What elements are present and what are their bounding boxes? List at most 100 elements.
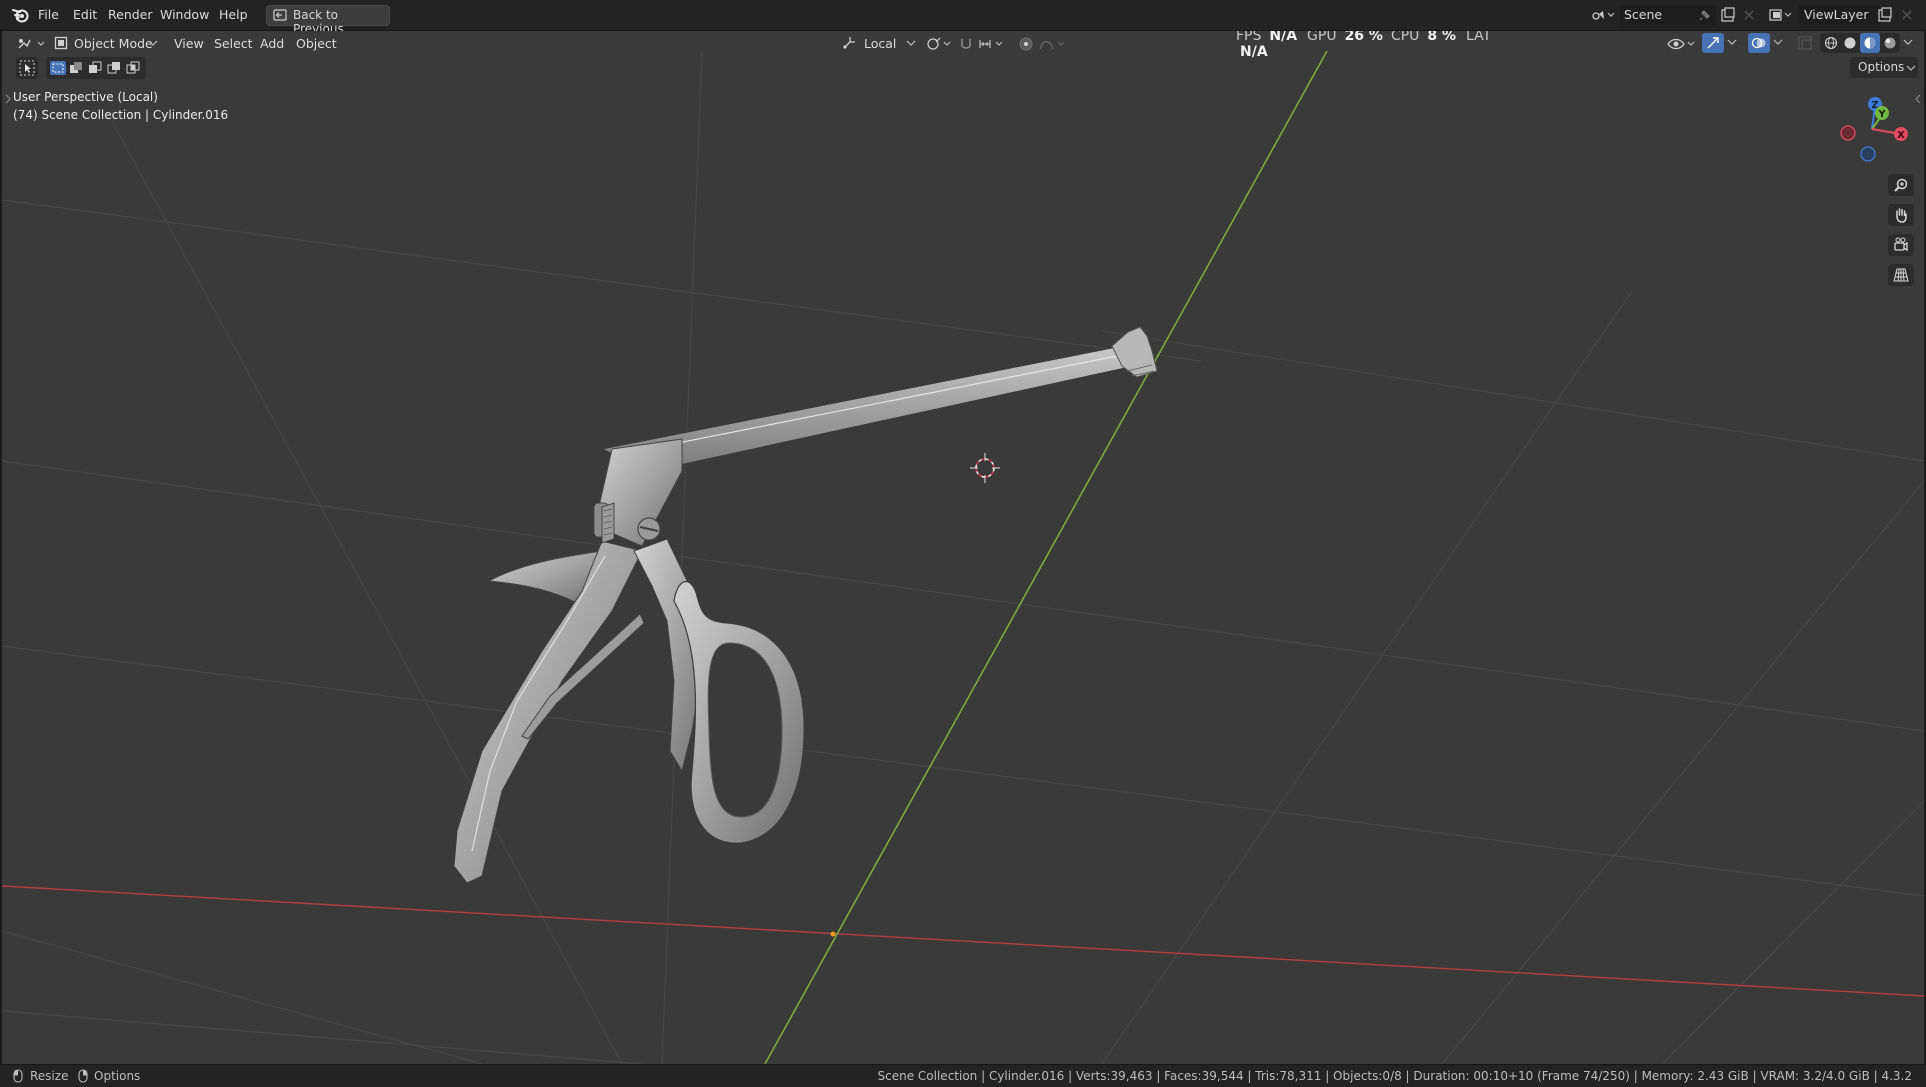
x-axis-line bbox=[2, 885, 1924, 997]
scene-statistics: Scene Collection | Cylinder.016 | Verts:… bbox=[877, 1069, 1912, 1083]
rendered-shading-icon[interactable] bbox=[1882, 36, 1898, 50]
status-bar: Resize Options Scene Collection | Cylind… bbox=[0, 1064, 1926, 1087]
zoom-icon bbox=[1894, 178, 1908, 192]
menu-add[interactable]: Add bbox=[260, 36, 284, 51]
fps-value: N/A bbox=[1269, 31, 1298, 44]
xray-icon[interactable] bbox=[1797, 35, 1815, 51]
snap-icon[interactable] bbox=[958, 36, 976, 52]
visibility-icon[interactable] bbox=[1666, 35, 1696, 53]
surgical-instrument-model bbox=[453, 326, 1158, 884]
view-perspective-label: User Perspective (Local) bbox=[13, 90, 158, 104]
pan-button[interactable] bbox=[1888, 204, 1914, 226]
chevron-down-icon[interactable] bbox=[1902, 38, 1914, 48]
snap-target-icon[interactable] bbox=[978, 36, 1006, 52]
editor-type-icon bbox=[18, 39, 45, 49]
back-arrow-icon bbox=[273, 9, 287, 21]
object-mode-dropdown[interactable]: Object Mode bbox=[52, 33, 162, 54]
menu-view[interactable]: View bbox=[174, 36, 204, 51]
select-cursor-icon bbox=[19, 60, 35, 76]
blender-logo-icon[interactable] bbox=[11, 6, 31, 24]
scene-icon bbox=[1592, 11, 1615, 20]
3d-viewport[interactable]: Object Mode View Select Add Object Local bbox=[2, 31, 1924, 1064]
chevron-down-icon bbox=[148, 40, 158, 46]
pan-hand-icon bbox=[1896, 208, 1907, 223]
menu-help[interactable]: Help bbox=[219, 7, 248, 22]
proportional-falloff-icon[interactable] bbox=[1038, 36, 1068, 52]
chevron-down-icon[interactable] bbox=[1772, 38, 1784, 48]
wireframe-shading-icon[interactable] bbox=[1823, 36, 1839, 50]
gpu-label: GPU bbox=[1307, 31, 1337, 44]
menu-object[interactable]: Object bbox=[296, 36, 337, 51]
view-layer-icon bbox=[1769, 9, 1792, 21]
cpu-value: 8 % bbox=[1427, 31, 1457, 44]
menu-file[interactable]: File bbox=[38, 7, 59, 22]
gizmo-toggle-button[interactable] bbox=[1702, 33, 1724, 53]
top-menu-bar: File Edit Render Window Help Back to Pre… bbox=[0, 0, 1926, 36]
menu-window[interactable]: Window bbox=[160, 7, 209, 22]
status-resize-hint: Resize bbox=[30, 1069, 69, 1083]
view-layer-type-selector[interactable] bbox=[1766, 5, 1796, 25]
select-box-icon[interactable] bbox=[50, 61, 66, 75]
chevron-down-icon bbox=[906, 40, 916, 46]
active-collection-label: (74) Scene Collection | Cylinder.016 bbox=[13, 108, 229, 122]
selection-mode-group bbox=[46, 57, 146, 79]
material-shading-button[interactable] bbox=[1860, 33, 1880, 53]
y-axis-line bbox=[764, 50, 1328, 1064]
select-extend-icon[interactable] bbox=[69, 61, 83, 75]
camera-view-button[interactable] bbox=[1888, 234, 1914, 256]
world-origin-point bbox=[830, 931, 836, 937]
scene-type-selector[interactable] bbox=[1588, 5, 1618, 25]
select-intersect-icon[interactable] bbox=[126, 61, 140, 75]
options-label: Options bbox=[1858, 60, 1905, 74]
overlay-toggle-button[interactable] bbox=[1748, 33, 1770, 53]
pin-icon[interactable] bbox=[1698, 8, 1712, 22]
solid-shading-icon[interactable] bbox=[1842, 36, 1858, 50]
menu-edit[interactable]: Edit bbox=[73, 7, 97, 22]
mouse-icon bbox=[13, 1069, 23, 1083]
delete-view-layer-icon[interactable] bbox=[1900, 8, 1914, 22]
gizmo-y-label: Y bbox=[1877, 109, 1886, 120]
proportional-edit-icon[interactable] bbox=[1018, 36, 1034, 52]
new-scene-icon[interactable] bbox=[1720, 7, 1736, 23]
overlay-icon bbox=[1751, 37, 1766, 49]
zoom-button[interactable] bbox=[1888, 174, 1914, 196]
select-invert-icon[interactable] bbox=[107, 61, 121, 75]
transform-orientation-dropdown[interactable]: Local bbox=[840, 33, 920, 54]
lat-label: LAT bbox=[1466, 31, 1492, 44]
object-mode-label: Object Mode bbox=[74, 36, 153, 51]
perspective-toggle-button[interactable] bbox=[1888, 264, 1914, 286]
menu-select[interactable]: Select bbox=[214, 36, 253, 51]
cpu-label: CPU bbox=[1390, 31, 1420, 44]
fps-label: FPS bbox=[1236, 31, 1262, 44]
gizmo-neg-z-handle bbox=[1860, 146, 1876, 162]
toolbar-toggle-icon[interactable] bbox=[4, 93, 12, 105]
back-to-previous-button[interactable]: Back to Previous bbox=[266, 5, 390, 36]
delete-scene-icon[interactable] bbox=[1742, 8, 1756, 22]
chevron-down-icon bbox=[1906, 65, 1916, 71]
gizmo-x-label: X bbox=[1897, 130, 1905, 141]
active-tool-button[interactable] bbox=[16, 57, 38, 79]
perspective-grid-icon bbox=[1893, 268, 1909, 282]
options-dropdown[interactable]: Options bbox=[1850, 57, 1918, 78]
camera-view-icon bbox=[1894, 237, 1908, 252]
chevron-down-icon[interactable] bbox=[1726, 38, 1738, 48]
gizmo-neg-x-handle bbox=[1840, 125, 1856, 141]
object-mode-icon bbox=[54, 36, 68, 50]
menu-render[interactable]: Render bbox=[108, 7, 153, 22]
new-view-layer-icon[interactable] bbox=[1877, 7, 1893, 23]
floor-grid bbox=[2, 50, 1924, 1064]
view-layer-field[interactable]: ViewLayer bbox=[1798, 5, 1882, 25]
orientation-label: Local bbox=[864, 36, 897, 51]
shading-mode-group bbox=[1820, 33, 1900, 53]
lat-value: N/A bbox=[1240, 44, 1268, 60]
select-subtract-icon[interactable] bbox=[88, 61, 102, 75]
navigation-gizmo[interactable]: Z Y X bbox=[1830, 91, 1912, 171]
mouse-icon bbox=[78, 1069, 88, 1083]
gpu-value: 26 % bbox=[1344, 31, 1383, 44]
material-shading-icon bbox=[1864, 37, 1876, 49]
pivot-icon[interactable] bbox=[926, 36, 954, 52]
scene-name-field[interactable]: Scene bbox=[1620, 5, 1716, 25]
sidebar-toggle-icon[interactable] bbox=[1914, 93, 1922, 105]
editor-type-selector[interactable] bbox=[16, 34, 48, 54]
transform-orientation-icon bbox=[843, 37, 855, 49]
